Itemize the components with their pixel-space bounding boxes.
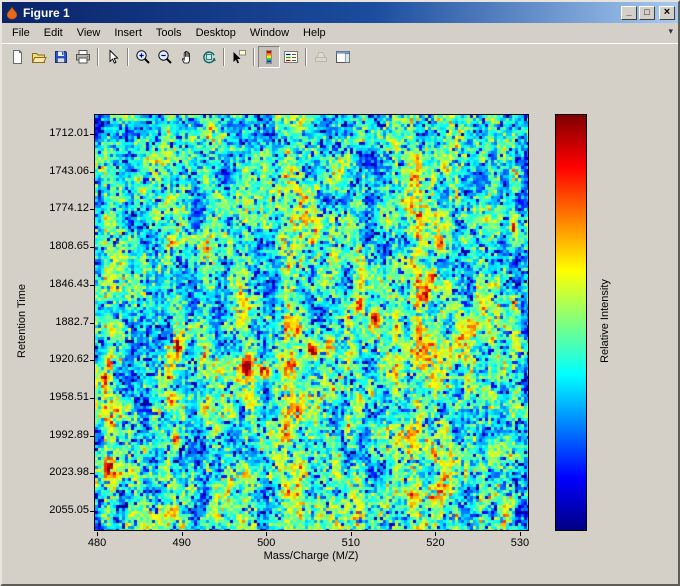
data-cursor-icon — [231, 49, 247, 65]
toolbar-separator — [305, 48, 307, 66]
plot-tools-button[interactable] — [332, 46, 354, 68]
y-tick-mark — [90, 360, 94, 361]
colorbar-label: Relative Intensity — [599, 221, 611, 421]
plot-frame — [94, 114, 529, 531]
save-figure-icon — [53, 49, 69, 65]
x-tick-mark — [97, 532, 98, 536]
rotate-3d-button[interactable] — [198, 46, 220, 68]
y-tick-label: 2055.05 — [25, 504, 89, 516]
title-bar[interactable]: Figure 1 _ □ × — [2, 2, 678, 23]
menu-item-edit[interactable]: Edit — [37, 24, 70, 42]
y-tick-label: 1846.43 — [25, 278, 89, 290]
toolbar — [2, 43, 678, 70]
y-tick-label: 2023.98 — [25, 466, 89, 478]
y-tick-label: 1712.01 — [25, 127, 89, 139]
zoom-out-icon — [157, 49, 173, 65]
new-figure-button[interactable] — [6, 46, 28, 68]
new-figure-icon — [9, 49, 25, 65]
print-figure-button[interactable] — [72, 46, 94, 68]
window-controls: _ □ × — [621, 6, 675, 20]
print-figure-icon — [75, 49, 91, 65]
toolbar-separator — [223, 48, 225, 66]
zoom-out-button[interactable] — [154, 46, 176, 68]
plot-tools-icon — [335, 49, 351, 65]
menu-item-insert[interactable]: Insert — [107, 24, 149, 42]
x-tick-label: 500 — [246, 537, 286, 549]
toolbar-separator — [127, 48, 129, 66]
y-tick-label: 1920.62 — [25, 353, 89, 365]
menu-item-help[interactable]: Help — [296, 24, 333, 42]
rotate-3d-icon — [201, 49, 217, 65]
y-tick-label: 1774.12 — [25, 202, 89, 214]
x-tick-mark — [182, 532, 183, 536]
zoom-in-icon — [135, 49, 151, 65]
y-tick-mark — [90, 247, 94, 248]
close-button[interactable]: × — [659, 6, 675, 20]
menu-item-window[interactable]: Window — [243, 24, 296, 42]
menu-item-desktop[interactable]: Desktop — [189, 24, 243, 42]
y-tick-mark — [90, 134, 94, 135]
figure-area: Retention Time Mass/Charge (M/Z) Relativ… — [2, 70, 678, 584]
x-tick-label: 530 — [500, 537, 540, 549]
x-tick-label: 510 — [331, 537, 371, 549]
matlab-flame-icon — [5, 6, 19, 20]
x-tick-label: 520 — [415, 537, 455, 549]
edit-plot-button[interactable] — [102, 46, 124, 68]
brush-icon — [313, 49, 329, 65]
x-tick-mark — [351, 532, 352, 536]
y-tick-label: 1992.89 — [25, 429, 89, 441]
x-tick-mark — [435, 532, 436, 536]
y-tick-mark — [90, 172, 94, 173]
y-tick-label: 1882.7 — [25, 316, 89, 328]
data-cursor-button[interactable] — [228, 46, 250, 68]
y-tick-mark — [90, 436, 94, 437]
menu-item-view[interactable]: View — [70, 24, 108, 42]
x-axis-label: Mass/Charge (M/Z) — [211, 550, 411, 562]
zoom-in-button[interactable] — [132, 46, 154, 68]
x-tick-label: 480 — [77, 537, 117, 549]
y-tick-mark — [90, 473, 94, 474]
y-tick-label: 1808.65 — [25, 240, 89, 252]
figure-window: Figure 1 _ □ × FileEditViewInsertToolsDe… — [0, 0, 680, 586]
x-tick-label: 490 — [162, 537, 202, 549]
open-file-icon — [31, 49, 47, 65]
pan-button[interactable] — [176, 46, 198, 68]
save-figure-button[interactable] — [50, 46, 72, 68]
toolbar-separator — [97, 48, 99, 66]
menu-item-tools[interactable]: Tools — [149, 24, 189, 42]
maximize-button[interactable]: □ — [639, 6, 655, 20]
y-tick-mark — [90, 323, 94, 324]
edit-plot-icon — [105, 49, 121, 65]
minimize-button[interactable]: _ — [621, 6, 637, 20]
window-title: Figure 1 — [23, 6, 621, 20]
insert-colorbar-icon — [261, 49, 277, 65]
menu-bar: FileEditViewInsertToolsDesktopWindowHelp — [2, 23, 678, 43]
y-tick-mark — [90, 209, 94, 210]
insert-legend-icon — [283, 49, 299, 65]
pan-icon — [179, 49, 195, 65]
x-tick-mark — [266, 532, 267, 536]
menu-overflow-arrow[interactable]: ▾ — [668, 26, 673, 37]
colorbar — [555, 114, 587, 531]
toolbar-separator — [253, 48, 255, 66]
y-tick-mark — [90, 398, 94, 399]
y-tick-label: 1743.06 — [25, 165, 89, 177]
open-file-button[interactable] — [28, 46, 50, 68]
y-tick-mark — [90, 511, 94, 512]
y-tick-mark — [90, 285, 94, 286]
x-tick-mark — [520, 532, 521, 536]
insert-colorbar-button[interactable] — [258, 46, 280, 68]
brush-button — [310, 46, 332, 68]
heatmap-canvas[interactable] — [95, 115, 528, 530]
menu-item-file[interactable]: File — [5, 24, 37, 42]
insert-legend-button[interactable] — [280, 46, 302, 68]
y-tick-label: 1958.51 — [25, 391, 89, 403]
